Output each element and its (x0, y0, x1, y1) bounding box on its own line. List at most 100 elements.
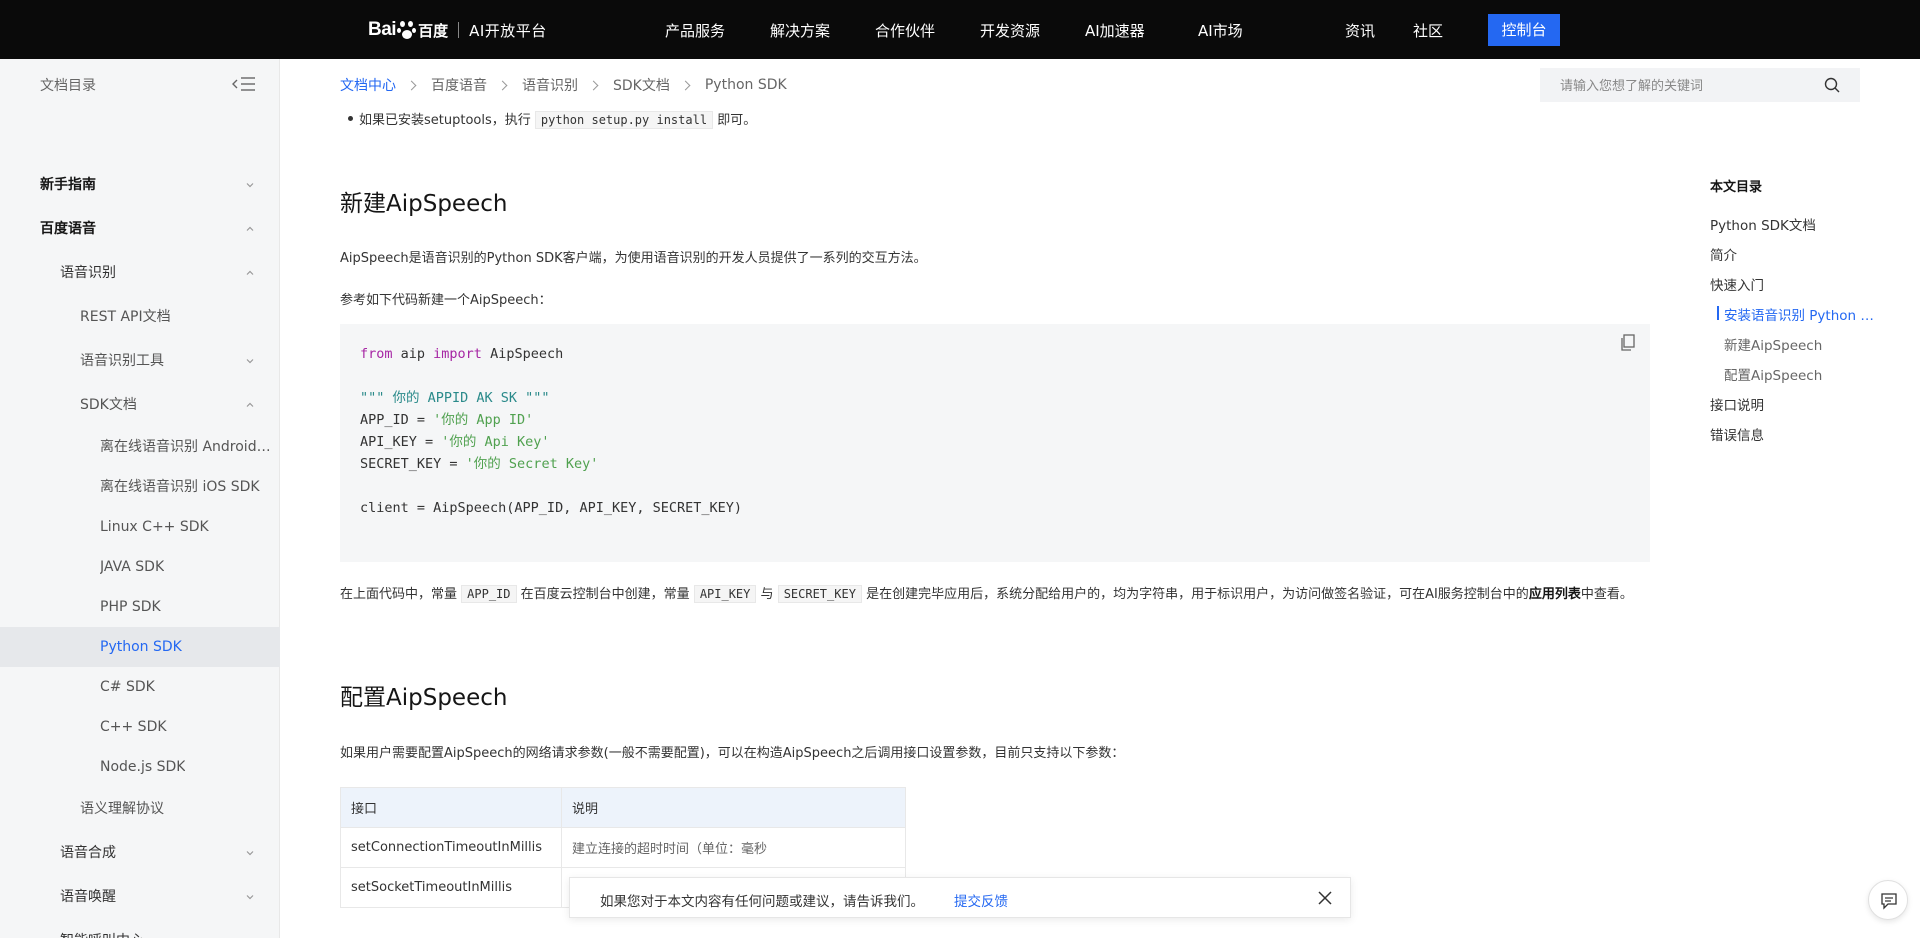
sidebar-item-getting-started[interactable]: 新手指南 (0, 165, 280, 205)
sidebar-item-label: REST API文档 (80, 309, 171, 325)
chevron-up-icon (246, 270, 254, 275)
config-desc: 如果用户需要配置AipSpeech的网络请求参数(一般不需要配置)，可以在构造A… (340, 746, 1125, 761)
chevron-down-icon (246, 895, 254, 900)
heading-new-aipspeech: 新建AipSpeech (340, 191, 508, 217)
nav-ai-market[interactable]: AI市场 (1198, 20, 1243, 41)
table-header: 说明 (561, 787, 906, 828)
breadcrumb-sdk-docs[interactable]: SDK文档 (613, 75, 670, 95)
toc-item-intro[interactable]: 简介 (1710, 244, 1737, 264)
table-row: setConnectionTimeoutInMillis 建立连接的超时时间（单… (340, 827, 906, 868)
sidebar-item-label: Node.js SDK (100, 759, 186, 775)
chat-button[interactable] (1868, 880, 1908, 920)
sidebar-item-label: C# SDK (100, 679, 155, 695)
chevron-up-icon (246, 226, 254, 231)
sidebar-item-label: 离在线语音识别 iOS SDK (100, 479, 260, 495)
sidebar-item-label: 新手指南 (40, 177, 96, 193)
sidebar-item-sdk-docs[interactable]: SDK文档 (0, 385, 280, 425)
top-nav: Bai 百度 AI开放平台 产品服务 解决方案 合作伙伴 开发资源 AI加速器 … (0, 0, 1920, 59)
nav-products[interactable]: 产品服务 (665, 20, 725, 41)
sidebar-item-php-sdk[interactable]: PHP SDK (0, 587, 280, 627)
toc-item-api[interactable]: 接口说明 (1710, 394, 1764, 414)
feedback-link[interactable]: 提交反馈 (954, 890, 1008, 910)
heading-config-aipspeech: 配置AipSpeech (340, 685, 508, 711)
sidebar-item-label: 语音唤醒 (60, 889, 116, 905)
sidebar-item-label: SDK文档 (80, 397, 137, 413)
sidebar-item-label: 百度语音 (40, 221, 96, 237)
install-step: 如果已安装setuptools，执行 python setup.py insta… (347, 109, 757, 129)
nav-community[interactable]: 社区 (1413, 20, 1443, 41)
close-icon[interactable] (1318, 891, 1332, 905)
sidebar-item-recognition-tools[interactable]: 语音识别工具 (0, 341, 280, 381)
table-header-row: 接口 说明 (340, 787, 906, 828)
sidebar-item-speech-recognition[interactable]: 语音识别 (0, 253, 280, 293)
sidebar-item-speech-synthesis[interactable]: 语音合成 (0, 833, 280, 873)
chevron-right-icon (406, 80, 417, 90)
chevron-down-icon (246, 851, 254, 856)
install-suffix: 即可。 (717, 113, 757, 128)
toc-item-python-sdk-doc[interactable]: Python SDK文档 (1710, 214, 1816, 234)
sidebar-item-semantic-protocol[interactable]: 语义理解协议 (0, 789, 280, 829)
collapse-sidebar-icon[interactable] (232, 76, 256, 92)
feedback-bar: 如果您对于本文内容有任何问题或建议，请告诉我们。 提交反馈 (569, 877, 1351, 918)
sidebar-item-wake-word[interactable]: 语音唤醒 (0, 877, 280, 917)
sidebar-item-label: JAVA SDK (100, 559, 165, 575)
code-app-id: APP_ID (461, 585, 517, 603)
constants-description: 在上面代码中，常量 APP_ID 在百度云控制台中创建，常量 API_KEY 与… (340, 585, 1633, 603)
new-desc-1: AipSpeech是语音识别的Python SDK客户端，为使用语音识别的开发人… (340, 251, 927, 266)
sidebar-item-linux-cpp-sdk[interactable]: Linux C++ SDK (0, 507, 280, 547)
search-input[interactable] (1540, 68, 1820, 102)
sidebar-item-label: Python SDK (100, 639, 182, 655)
sidebar-item-android-sdk[interactable]: 离在线语音识别 Android SDK (0, 427, 280, 467)
toc-item-new-aipspeech[interactable]: 新建AipSpeech (1724, 334, 1822, 354)
breadcrumb-speech-recognition[interactable]: 语音识别 (522, 75, 578, 95)
platform-name: AI开放平台 (469, 21, 547, 40)
chevron-right-icon (497, 80, 508, 90)
chevron-right-icon (588, 80, 599, 90)
sidebar-item-ios-sdk[interactable]: 离在线语音识别 iOS SDK (0, 467, 280, 507)
install-prefix: 如果已安装setuptools，执行 (359, 113, 531, 128)
sidebar-item-cpp-sdk[interactable]: C++ SDK (0, 707, 280, 747)
sidebar-item-nodejs-sdk[interactable]: Node.js SDK (0, 747, 280, 787)
sidebar-item-label: C++ SDK (100, 719, 167, 735)
table-cell: setConnectionTimeoutInMillis (340, 827, 562, 868)
toc-item-errors[interactable]: 错误信息 (1710, 424, 1764, 444)
copy-icon[interactable] (1620, 334, 1636, 352)
chevron-down-icon (246, 359, 254, 364)
nav-news[interactable]: 资讯 (1345, 20, 1375, 41)
nav-dev-resources[interactable]: 开发资源 (980, 20, 1040, 41)
chat-icon (1881, 893, 1897, 910)
sidebar-item-python-sdk[interactable]: Python SDK (0, 627, 280, 667)
sidebar-item-baidu-speech[interactable]: 百度语音 (0, 209, 280, 249)
code-content: from aip import AipSpeech """ 你的 APPID A… (360, 346, 743, 516)
sidebar-item-java-sdk[interactable]: JAVA SDK (0, 547, 280, 587)
nav-solutions[interactable]: 解决方案 (770, 20, 830, 41)
toc-item-config-aipspeech[interactable]: 配置AipSpeech (1724, 364, 1822, 384)
chevron-right-icon (680, 80, 691, 90)
console-button[interactable]: 控制台 (1488, 14, 1560, 46)
breadcrumb-doc-center[interactable]: 文档中心 (340, 75, 396, 95)
logo-divider (458, 22, 460, 38)
sidebar-item-label: 智能呼叫中心 (60, 921, 144, 938)
breadcrumb-baidu-speech[interactable]: 百度语音 (431, 75, 487, 95)
app-list-link[interactable]: 应用列表 (1529, 587, 1581, 602)
code-block: from aip import AipSpeech """ 你的 APPID A… (340, 324, 1650, 562)
toc-active-indicator (1717, 306, 1719, 320)
toc-item-install[interactable]: 安装语音识别 Python SDK (1724, 304, 1874, 324)
sidebar-item-csharp-sdk[interactable]: C# SDK (0, 667, 280, 707)
code-secret-key: SECRET_KEY (777, 585, 862, 603)
chevron-up-icon (246, 402, 254, 407)
nav-partners[interactable]: 合作伙伴 (875, 20, 935, 41)
sidebar-item-label: 语音识别 (60, 265, 116, 281)
sidebar-header: 文档目录 (40, 78, 96, 94)
logo-bai-text: Bai (368, 19, 397, 40)
logo-du-text: 百度 (418, 21, 449, 40)
search-icon[interactable] (1824, 77, 1840, 93)
sidebar-item-rest-api[interactable]: REST API文档 (0, 297, 280, 337)
nav-ai-accelerator[interactable]: AI加速器 (1085, 20, 1145, 41)
doc-search (1540, 68, 1860, 102)
sidebar-item-label: 语音识别工具 (80, 353, 164, 369)
baidu-ai-logo[interactable]: Bai 百度 AI开放平台 (368, 18, 547, 42)
toc-item-quickstart[interactable]: 快速入门 (1710, 274, 1764, 294)
table-cell: setSocketTimeoutInMillis (340, 867, 562, 908)
sidebar-item-call-center[interactable]: 智能呼叫中心 (0, 921, 280, 938)
